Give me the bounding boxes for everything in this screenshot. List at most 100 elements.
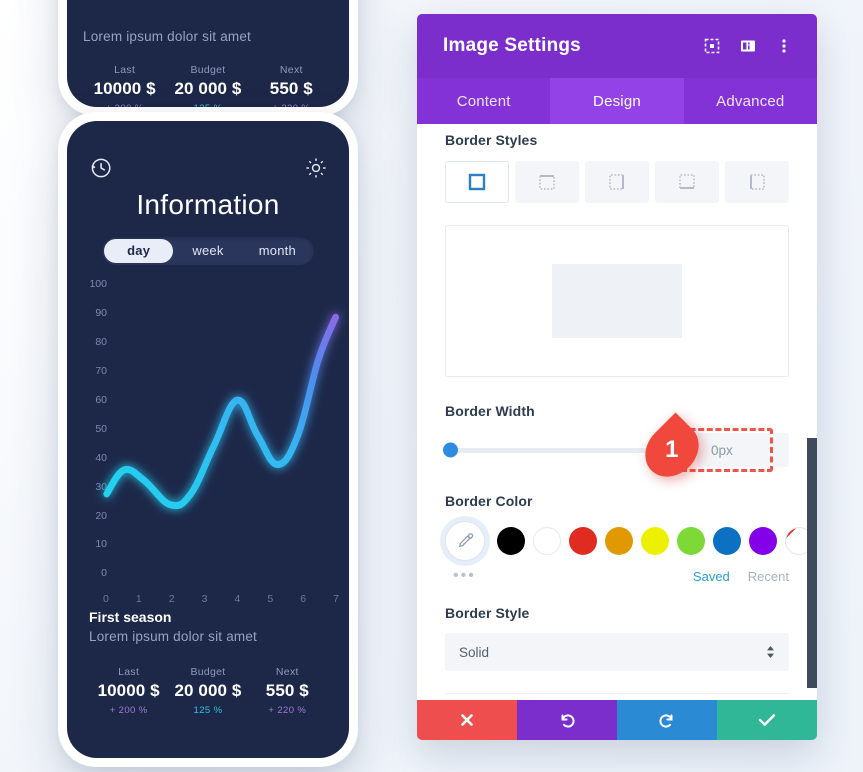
annotation-marker-1: 1	[634, 412, 710, 488]
border-preview	[445, 225, 789, 377]
border-style-value: Solid	[459, 644, 490, 660]
x-tick: 5	[267, 593, 274, 605]
history-icon[interactable]	[87, 155, 113, 181]
border-style-label: Border Style	[445, 605, 530, 621]
annotation-number: 1	[665, 436, 679, 464]
stat-delta: + 200 %	[83, 103, 166, 107]
swatch-black[interactable]	[497, 527, 525, 555]
stat-label: Next	[279, 64, 303, 76]
x-tick: 1	[135, 593, 142, 605]
phone-top-card: Lorem ipsum dolor sit amet Last 10000 $ …	[58, 0, 358, 116]
stat-delta: 125 %	[193, 705, 223, 716]
x-tick: 7	[333, 593, 339, 605]
stat-value: 20 000 $	[174, 681, 242, 700]
tab-content[interactable]: Content	[417, 78, 550, 124]
slider-handle[interactable]	[443, 442, 458, 458]
stat-budget: Budget 20 000 $ 125 %	[168, 666, 247, 716]
tab-design[interactable]: Design	[550, 78, 684, 124]
stat-value: 550 $	[265, 681, 309, 700]
information-footer: First season Lorem ipsum dolor sit amet …	[67, 609, 349, 716]
recent-colors-tab[interactable]: Recent	[748, 569, 789, 584]
layout-view-icon[interactable]	[733, 31, 763, 61]
border-style-option-all[interactable]	[445, 161, 509, 203]
border-style-option-top[interactable]	[515, 161, 579, 203]
gear-icon[interactable]	[303, 155, 329, 181]
modal-tabs: Content Design Advanced	[417, 78, 817, 124]
image-settings-modal: Image Settings Content Design Advanced B…	[417, 14, 817, 740]
swatch-orange[interactable]	[605, 527, 633, 555]
border-width-control: 1	[443, 412, 789, 488]
swatch-yellow[interactable]	[641, 527, 669, 555]
swatch-purple[interactable]	[749, 527, 777, 555]
x-tick: 4	[234, 593, 241, 605]
stat-label: Next	[275, 666, 299, 678]
preview-image-placeholder	[552, 264, 682, 338]
modal-header: Image Settings	[417, 14, 817, 78]
border-styles-group	[445, 161, 789, 203]
page-title: Information	[136, 189, 280, 220]
modal-scrollbar-thumb[interactable]	[807, 438, 817, 688]
modal-title: Image Settings	[443, 35, 581, 56]
phone-screen-main: Information day week month 100 90 80 70 …	[67, 121, 349, 758]
footer-subtitle: Lorem ipsum dolor sit amet	[89, 629, 258, 644]
border-style-option-left[interactable]	[725, 161, 789, 203]
footer-stats: Last 10000 $ + 200 % Budget 20 000 $ 125…	[89, 666, 327, 716]
swatch-green[interactable]	[677, 527, 705, 555]
border-style-option-bottom[interactable]	[655, 161, 719, 203]
swatch-red[interactable]	[569, 527, 597, 555]
border-style-option-right[interactable]	[585, 161, 649, 203]
tab-advanced[interactable]: Advanced	[684, 78, 817, 124]
section-divider	[445, 693, 789, 694]
segment-day[interactable]: day	[104, 239, 174, 263]
phone-shell-top: Lorem ipsum dolor sit amet Last 10000 $ …	[58, 0, 358, 116]
stat-value: 20 000 $	[174, 79, 242, 98]
stat-next: Next 550 $ + 220 %	[250, 64, 333, 107]
stat-label: Last	[114, 64, 136, 76]
stat-delta: + 220 %	[250, 103, 333, 107]
border-style-select[interactable]: Solid	[445, 633, 789, 671]
border-width-input[interactable]	[697, 433, 789, 467]
saved-colors-tab[interactable]: Saved	[693, 569, 730, 584]
x-tick: 2	[168, 593, 175, 605]
chart-x-axis: 0 1 2 3 4 5 6 7	[103, 593, 339, 605]
border-color-label: Border Color	[445, 493, 533, 509]
close-button[interactable]	[417, 700, 517, 740]
stat-next: Next 550 $ + 220 %	[248, 666, 327, 716]
more-options-icon[interactable]	[769, 31, 799, 61]
border-color-swatches	[445, 521, 813, 561]
fullscreen-icon[interactable]	[697, 31, 727, 61]
phone-screen-top: Lorem ipsum dolor sit amet Last 10000 $ …	[67, 0, 349, 107]
redo-button[interactable]	[617, 700, 717, 740]
footer-title: First season	[89, 609, 172, 625]
stat-label: Last	[118, 666, 140, 678]
stat-label: Budget	[190, 666, 226, 678]
modal-action-bar	[417, 700, 817, 740]
border-color-meta: ••• Saved Recent	[445, 567, 789, 585]
top-card-stats: Last 10000 $ + 200 % Budget 20 000 $ 125…	[83, 64, 333, 107]
border-styles-label: Border Styles	[445, 132, 538, 148]
period-toggle[interactable]: day week month	[102, 237, 314, 265]
stat-value: 10000 $	[93, 79, 156, 98]
segment-week[interactable]: week	[173, 239, 242, 263]
stat-label: Budget	[190, 64, 226, 76]
stat-budget: Budget 20 000 $ 125 %	[166, 64, 249, 107]
information-header: Information day week month	[67, 121, 349, 265]
swatch-blue[interactable]	[713, 527, 741, 555]
stat-delta: 125 %	[166, 103, 249, 107]
more-colors-button[interactable]: •••	[445, 567, 693, 585]
segment-month[interactable]: month	[243, 239, 312, 263]
modal-body: Border Styles Border Width 0px 1 Border …	[417, 124, 817, 700]
border-width-label: Border Width	[445, 403, 535, 419]
save-button[interactable]	[717, 700, 817, 740]
chart-line-series	[103, 313, 339, 510]
stat-last: Last 10000 $ + 200 %	[83, 64, 166, 107]
eyedropper-icon[interactable]	[445, 521, 485, 561]
stat-delta: + 200 %	[109, 705, 148, 716]
undo-button[interactable]	[517, 700, 617, 740]
phone-main-card: Information day week month 100 90 80 70 …	[58, 112, 358, 767]
stat-value: 550 $	[269, 79, 313, 98]
swatch-white[interactable]	[533, 527, 561, 555]
x-tick: 0	[103, 593, 109, 605]
top-card-subtitle: Lorem ipsum dolor sit amet	[83, 29, 252, 44]
x-tick: 3	[201, 593, 208, 605]
